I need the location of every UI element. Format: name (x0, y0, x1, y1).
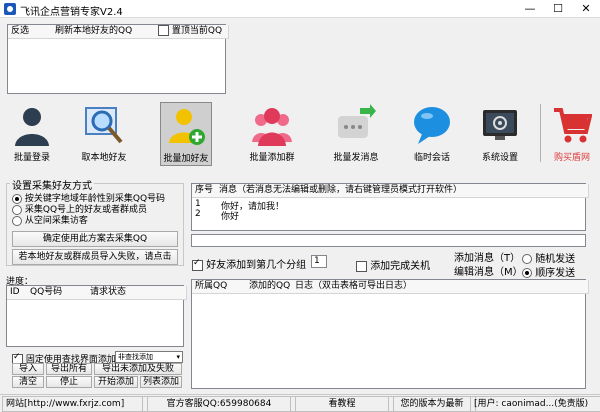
import-failed-button[interactable]: 若本地好友或群成员导入失败，请点击 (12, 249, 178, 265)
status-service: 官方客服QQ:659980684 (142, 396, 296, 412)
close-button[interactable]: ✕ (572, 0, 600, 18)
magnifier-icon (85, 107, 123, 144)
toolbar-label: 批量登录 (13, 153, 50, 163)
group-checkbox[interactable] (192, 258, 203, 271)
radio-order-send[interactable] (522, 268, 532, 278)
status-site[interactable]: 网站[http://www.fxrjz.com] (2, 396, 148, 412)
progress-qq-header: QQ号码 (27, 286, 91, 300)
title-bar: 飞讯企点营销专家V2.4 — ☐ ✕ (0, 0, 600, 18)
toolbar-batch-add-group[interactable]: 批量添加群 (246, 102, 298, 166)
shutdown-checkbox[interactable] (356, 260, 367, 272)
pin-current-label: 置顶当前QQ (171, 26, 223, 36)
status-user: [用户: caonimad...(免责版) (470, 396, 600, 412)
start-add-button[interactable]: 开始添加 (94, 376, 138, 388)
send-message-icon (338, 104, 376, 138)
status-tutorial[interactable]: 看教程 (290, 396, 394, 412)
message-text-header: 消息（若消息无法编辑或删除，请右键管理员模式打开软件） (216, 184, 589, 198)
export-failed-button[interactable]: 导出未添加及失败 (94, 363, 182, 375)
toolbar-label: 系统设置 (481, 153, 518, 163)
refresh-friends-header[interactable]: 刷新本地好友的QQ (52, 25, 160, 39)
toolbar-label: 购买盾网 (553, 153, 590, 163)
window-title: 飞讯企点营销专家V2.4 (20, 7, 123, 18)
toolbar-system-settings[interactable]: 系统设置 (474, 102, 526, 166)
shopping-cart-icon (554, 108, 592, 143)
minimize-button[interactable]: — (516, 0, 544, 18)
select-invert-header[interactable]: 反选 (8, 25, 56, 39)
toolbar-local-friends[interactable]: 取本地好友 (78, 102, 130, 166)
toolbar-batch-send-message[interactable]: 批量发消息 (330, 102, 382, 166)
add-message-button[interactable]: 添加消息（T） (454, 249, 520, 264)
radio-random-send[interactable] (522, 254, 532, 264)
maximize-button[interactable]: ☐ (544, 0, 572, 18)
toolbar-batch-login[interactable]: 批量登录 (6, 102, 58, 166)
progress-status-header: 请求状态 (87, 286, 187, 300)
random-send-option[interactable]: 随机发送 (522, 250, 575, 265)
group-icon (252, 108, 292, 146)
toolbar-buy[interactable]: 购买盾网 (546, 102, 598, 166)
toolbar-label: 批量添加群 (249, 153, 295, 163)
settings-monitor-icon (483, 110, 517, 140)
toolbar-temp-chat[interactable]: 临时会话 (406, 102, 458, 166)
chevron-down-icon: ▾ (176, 353, 180, 361)
log-table[interactable]: 所属QQ 添加的QQ 日志（双击表格可导出日志） (191, 279, 589, 389)
confirm-collect-button[interactable]: 确定使用此方案去采集QQ (12, 231, 178, 247)
toolbar-label: 取本地好友 (81, 153, 127, 163)
radio-zone[interactable] (12, 215, 22, 226)
add-friend-icon (169, 109, 205, 145)
group-setting-label: 好友添加到第几个分组 (206, 260, 307, 271)
pin-current-checkbox[interactable] (158, 25, 169, 36)
export-all-button[interactable]: 导出所有 (46, 363, 92, 375)
stop-button[interactable]: 停止 (46, 376, 92, 388)
collect-method-legend: 设置采集好友方式 (10, 177, 94, 192)
status-bar: 网站[http://www.fxrjz.com] 官方客服QQ:65998068… (0, 394, 600, 412)
log-added-header: 添加的QQ (246, 280, 296, 294)
message-table[interactable]: 序号 消息（若消息无法编辑或删除，请右键管理员模式打开软件） 1 你好，请加我！… (191, 183, 589, 231)
chat-bubble-icon (414, 107, 450, 144)
add-mode-select[interactable]: 非查找添加 ▾ (115, 351, 183, 363)
collect-option-zone[interactable]: 从空间采集访客 (12, 213, 88, 226)
pin-current-header[interactable]: 置顶当前QQ (156, 25, 229, 39)
message-input[interactable] (191, 234, 586, 247)
toolbar-batch-add-friends[interactable]: 批量加好友 (160, 102, 212, 166)
group-number-input[interactable]: 1 (311, 255, 327, 268)
shutdown-option[interactable]: 添加完成关机 (356, 257, 430, 272)
log-owner-header: 所属QQ (192, 280, 250, 294)
import-button[interactable]: 导入 (12, 363, 44, 375)
order-send-option[interactable]: 顺序发送 (522, 264, 575, 279)
app-icon (4, 3, 16, 15)
edit-message-button[interactable]: 编辑消息（M） (454, 263, 523, 278)
toolbar-label: 批量发消息 (333, 153, 379, 163)
user-silhouette-icon (15, 108, 49, 146)
toolbar-label: 批量加好友 (163, 154, 209, 164)
toolbar-label: 临时会话 (413, 153, 450, 163)
status-version: 您的版本为最新 (388, 396, 476, 412)
log-text-header: 日志（双击表格可导出日志） (292, 280, 589, 294)
qq-account-table[interactable]: 反选 刷新本地好友的QQ 置顶当前QQ (7, 24, 229, 94)
list-add-button[interactable]: 列表添加 (140, 376, 182, 388)
group-setting[interactable]: 好友添加到第几个分组 (192, 256, 306, 271)
progress-table[interactable]: ID QQ号码 请求状态 (6, 285, 187, 347)
clear-button[interactable]: 清空 (12, 376, 44, 388)
table-row[interactable]: 1 你好，请加我！ (195, 199, 284, 212)
table-row[interactable]: 2 你好 (195, 209, 239, 222)
